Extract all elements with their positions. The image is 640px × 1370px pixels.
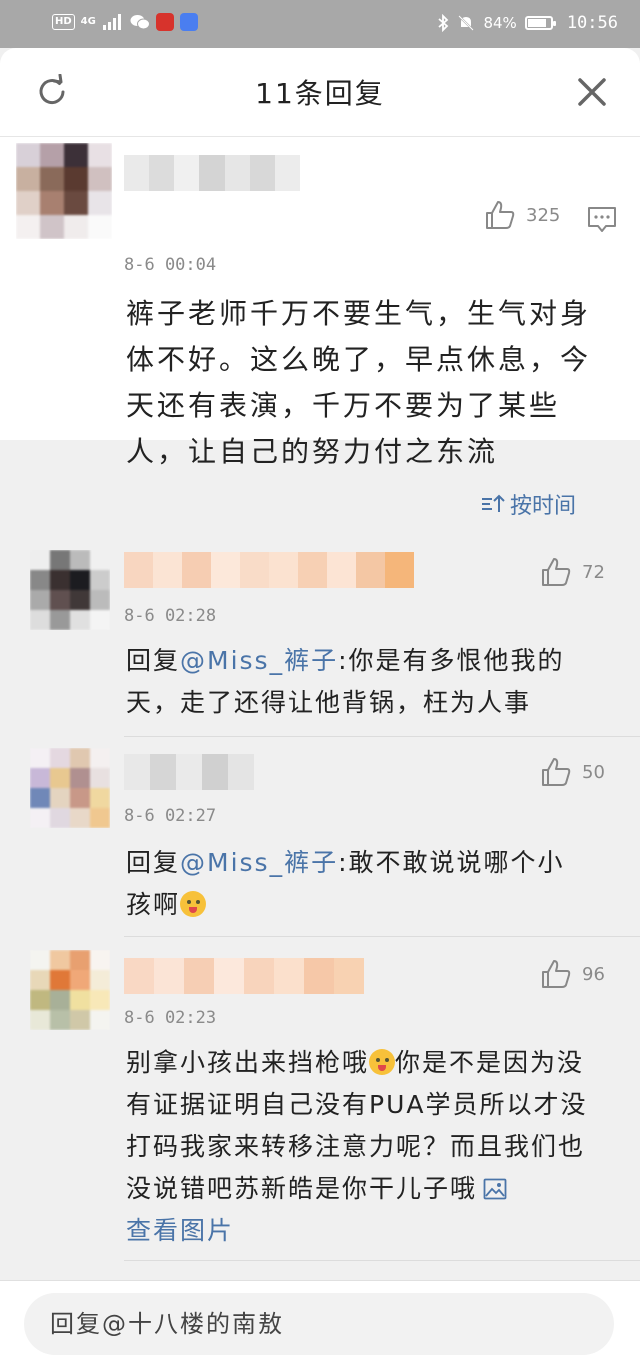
divider <box>124 936 640 937</box>
reply-time: 8-6 02:23 <box>124 1008 217 1028</box>
battery-percent: 84% <box>483 14 517 32</box>
reply-prefix: 回复 <box>126 848 181 877</box>
avatar[interactable] <box>30 748 110 828</box>
reply-input[interactable] <box>24 1293 614 1355</box>
like-count: 96 <box>582 963 605 985</box>
username-blurred[interactable] <box>124 155 300 191</box>
like-button[interactable]: 325 <box>484 199 560 231</box>
avatar[interactable] <box>30 950 110 1030</box>
avatar[interactable] <box>30 550 110 630</box>
username-blurred[interactable] <box>124 958 364 994</box>
reply-time: 8-6 02:27 <box>124 806 217 826</box>
username-blurred[interactable] <box>124 552 414 588</box>
mention-link[interactable]: @Miss_裤子 <box>180 646 338 675</box>
page-title: 11条回复 <box>255 77 385 110</box>
thumbs-up-icon <box>542 758 571 786</box>
hd-indicator: HD <box>52 14 75 30</box>
sheet-header: 11条回复 <box>0 48 640 137</box>
reply-text: 回复@Miss_裤子:你是有多恨他我的天，走了还得让他背锅，枉为人事 <box>126 640 566 724</box>
status-bar: HD 4G 84% 10:56 <box>0 0 640 48</box>
reply-text: 回复@Miss_裤子:敢不敢说说哪个小孩啊 <box>126 842 586 926</box>
like-button[interactable]: 72 <box>540 556 605 588</box>
status-left: HD 4G <box>52 13 198 31</box>
reply-prefix: 回复 <box>126 646 181 675</box>
like-count: 325 <box>526 204 561 226</box>
comment-text: 裤子老师千万不要生气，生气对身体不好。这么晚了，早点休息，今天还有表演，千万不要… <box>126 297 592 468</box>
network-4g: 4G <box>80 16 96 27</box>
reply-text: 别拿小孩出来挡枪哦 你是不是因为没有证据证明自己没有PUA学员所以才没打码我家来转… <box>126 1042 596 1252</box>
mute-bell-icon <box>458 15 475 31</box>
divider <box>124 736 640 737</box>
avatar[interactable] <box>16 143 112 239</box>
close-icon[interactable] <box>574 74 610 110</box>
like-button[interactable]: 96 <box>540 958 605 990</box>
like-count: 72 <box>582 561 605 583</box>
music-app-icon <box>179 13 198 31</box>
comment-time: 8-6 00:04 <box>124 255 217 275</box>
thumbs-up-icon <box>542 558 571 586</box>
like-button[interactable]: 50 <box>540 756 605 788</box>
thumbs-up-icon <box>486 201 515 229</box>
news-app-icon <box>155 13 174 31</box>
status-right: 84% 10:56 <box>437 13 618 33</box>
username-blurred[interactable] <box>124 754 254 790</box>
sort-icon <box>481 494 505 512</box>
clock: 10:56 <box>566 13 618 33</box>
wechat-icon <box>130 15 150 30</box>
reply-time: 8-6 02:28 <box>124 606 217 626</box>
drool-emoji-icon <box>180 891 207 917</box>
replies-sheet: 11条回复 8-6 00:04 325 裤子老师千万不要生气，生气对身体不好。这… <box>0 48 640 1370</box>
sort-label: 按时间 <box>509 494 576 519</box>
laughing-emoji-icon <box>369 1049 396 1075</box>
bluetooth-icon <box>438 14 449 32</box>
mention-link[interactable]: @Miss_裤子 <box>180 848 338 877</box>
signal-icon <box>102 14 121 30</box>
divider <box>124 1260 640 1261</box>
reply-bar <box>0 1280 640 1370</box>
view-image-link[interactable]: 查看图片 <box>126 1216 234 1245</box>
main-comment: 8-6 00:04 325 裤子老师千万不要生气，生气对身体不好。这么晚了，早点… <box>0 137 640 468</box>
comment-icon[interactable] <box>586 205 618 235</box>
reply-body: 别拿小孩出来挡枪哦 <box>126 1048 370 1077</box>
thumbs-up-icon <box>542 960 571 988</box>
sort-button[interactable]: 按时间 <box>480 488 576 520</box>
battery-icon <box>524 16 556 30</box>
image-icon[interactable] <box>483 1178 507 1200</box>
like-count: 50 <box>582 761 605 783</box>
